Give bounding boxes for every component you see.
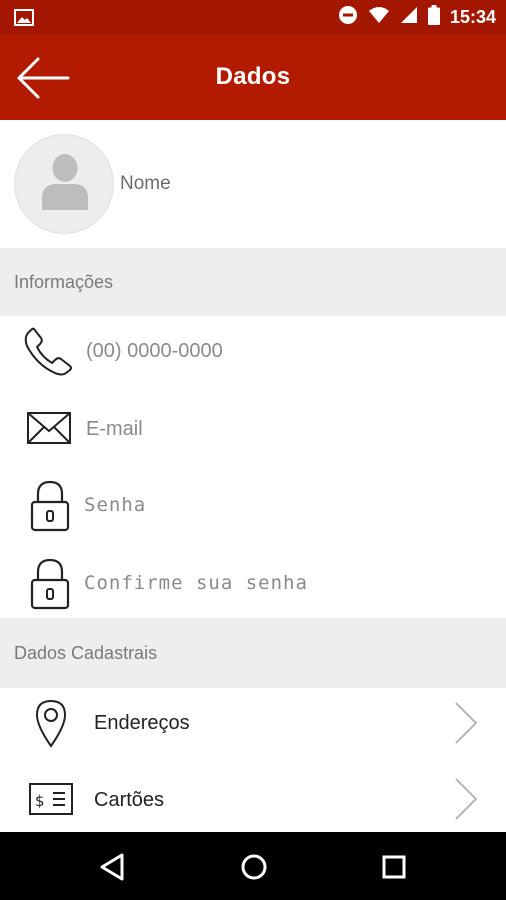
phone-input[interactable] xyxy=(86,328,476,374)
chevron-right-icon xyxy=(454,701,478,750)
wifi-icon xyxy=(368,6,390,29)
nav-back-button[interactable] xyxy=(96,849,132,885)
back-triangle-icon xyxy=(100,853,124,881)
addresses-link[interactable]: Endereços xyxy=(0,688,506,758)
dnd-icon xyxy=(338,5,358,30)
lock-icon xyxy=(30,480,70,537)
cards-label: Cartões xyxy=(94,789,165,811)
addresses-label: Endereços xyxy=(94,712,190,734)
envelope-icon xyxy=(26,411,72,450)
cards-link[interactable]: $ Cartões xyxy=(0,766,506,832)
section-header-info: Informações xyxy=(0,248,506,316)
battery-icon xyxy=(427,4,440,30)
section-header-register: Dados Cadastrais xyxy=(0,618,506,688)
svg-text:$: $ xyxy=(35,792,45,810)
navigation-bar xyxy=(0,832,506,900)
home-circle-icon xyxy=(241,854,267,880)
nav-recents-button[interactable] xyxy=(376,849,412,885)
signal-icon xyxy=(400,6,418,29)
chevron-right-icon xyxy=(454,777,478,826)
nav-home-button[interactable] xyxy=(236,849,272,885)
person-icon xyxy=(42,154,88,210)
email-input[interactable] xyxy=(86,406,476,452)
phone-icon xyxy=(22,326,74,381)
app-bar: Dados xyxy=(0,34,506,120)
password-row xyxy=(0,470,506,542)
confirm-password-row xyxy=(0,548,506,618)
recents-square-icon xyxy=(382,855,406,879)
phone-row xyxy=(0,316,506,386)
clock-time: 15:34 xyxy=(449,6,496,27)
password-input[interactable] xyxy=(84,482,474,528)
page-title: Dados xyxy=(215,63,291,90)
image-icon xyxy=(14,9,34,31)
status-bar: 15:34 xyxy=(0,0,506,34)
avatar[interactable] xyxy=(14,134,114,234)
lock-icon xyxy=(30,558,70,615)
confirm-password-input[interactable] xyxy=(84,560,474,606)
email-row xyxy=(0,394,506,464)
name-input[interactable] xyxy=(120,160,480,208)
profile-section xyxy=(0,120,506,248)
card-icon: $ xyxy=(28,782,74,821)
location-pin-icon xyxy=(34,698,68,753)
